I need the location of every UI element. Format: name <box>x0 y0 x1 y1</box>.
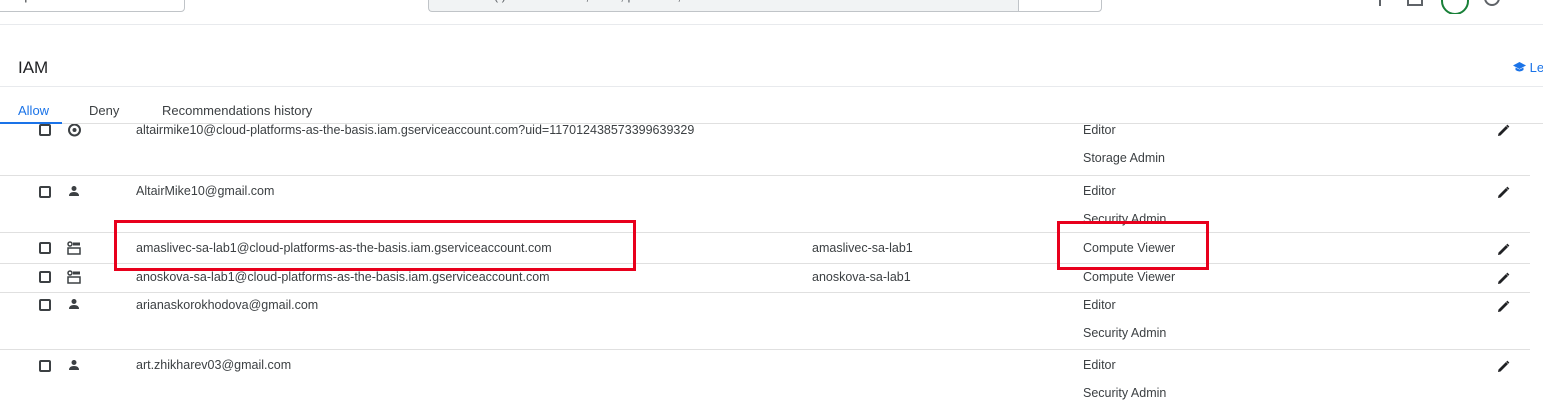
page-title: IAM <box>18 58 49 77</box>
role-cell: Editor <box>1083 124 1116 137</box>
role-cell: Editor <box>1083 298 1116 312</box>
divider <box>0 24 1543 25</box>
principal-cell: art.zhikharev03@gmail.com <box>136 358 292 372</box>
project-selector[interactable]: as platforms as the basis <box>0 0 185 12</box>
role-cell: Compute Viewer <box>1083 270 1176 284</box>
permissions-table: altairmike10@cloud-platforms-as-the-basi… <box>0 124 1543 408</box>
edit-icon[interactable] <box>1497 243 1510 256</box>
principal-cell: altairmike10@cloud-platforms-as-the-basi… <box>136 124 695 137</box>
edit-icon[interactable] <box>1497 300 1510 313</box>
avatar-ring-icon[interactable] <box>1440 0 1470 14</box>
principal-cell: arianaskorokhodova@gmail.com <box>136 298 319 312</box>
top-bar: as platforms as the basis Search (/) for… <box>0 0 1543 14</box>
edit-icon[interactable] <box>1497 186 1510 199</box>
service-account-icon <box>67 270 81 284</box>
notifications-icon[interactable] <box>1405 0 1425 8</box>
service-account-icon <box>67 241 81 255</box>
person-icon <box>69 299 79 309</box>
row-checkbox[interactable] <box>39 242 51 254</box>
role-cell: Editor <box>1083 358 1116 372</box>
row-checkbox[interactable] <box>39 271 51 283</box>
row-checkbox[interactable] <box>39 186 51 198</box>
person-icon <box>69 186 79 196</box>
principal-cell: AltairMike10@gmail.com <box>136 184 275 198</box>
role-cell: Storage Admin <box>1083 151 1165 165</box>
row-checkbox[interactable] <box>39 360 51 372</box>
divider <box>0 86 1543 87</box>
role-cell: Editor <box>1083 184 1116 198</box>
name-cell: anoskova-sa-lab1 <box>812 270 911 284</box>
role-cell: Security Admin <box>1083 386 1167 400</box>
more-vert-icon[interactable] <box>1520 0 1540 8</box>
tab-deny[interactable]: Deny <box>89 103 119 118</box>
principal-cell: anoskova-sa-lab1@cloud-platforms-as-the-… <box>136 270 550 284</box>
tab-allow[interactable]: Allow <box>18 103 49 118</box>
school-icon <box>1513 62 1526 72</box>
search-input[interactable]: Search (/) for resources, docs, products… <box>428 0 1018 12</box>
edit-icon[interactable] <box>1497 360 1510 373</box>
gift-icon[interactable] <box>1370 0 1390 8</box>
table-row: altairmike10@cloud-platforms-as-the-basi… <box>0 124 1543 172</box>
name-cell: amaslivec-sa-lab1 <box>812 241 913 255</box>
learn-link[interactable]: Le <box>1513 60 1543 75</box>
person-icon <box>69 360 79 370</box>
tab-recommendations-history[interactable]: Recommendations history <box>162 103 312 118</box>
row-checkbox[interactable] <box>39 299 51 311</box>
search-button[interactable]: Search <box>1018 0 1102 12</box>
learn-label: Le <box>1529 60 1543 75</box>
highlight-role-box <box>1057 221 1209 270</box>
table-row: art.zhikharev03@gmail.com Editor Securit… <box>0 350 1543 408</box>
edit-icon[interactable] <box>1497 124 1510 137</box>
row-checkbox[interactable] <box>39 124 51 136</box>
edit-icon[interactable] <box>1497 272 1510 285</box>
table-row: arianaskorokhodova@gmail.com Editor Secu… <box>0 293 1543 349</box>
role-cell: Security Admin <box>1083 326 1167 340</box>
service-agent-icon <box>68 124 81 137</box>
help-icon[interactable] <box>1482 0 1502 8</box>
highlight-principal-box <box>114 220 636 271</box>
